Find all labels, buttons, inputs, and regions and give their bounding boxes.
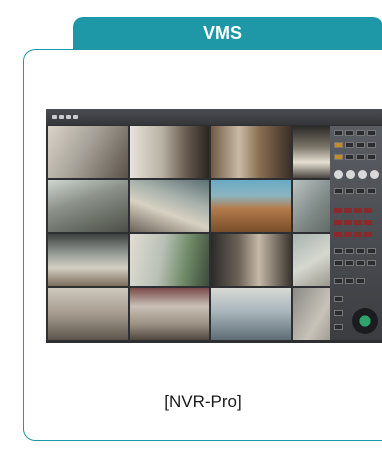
camera-feed (211, 234, 291, 286)
ptz-control-panel (330, 126, 382, 340)
view-mode-icon[interactable] (370, 170, 379, 179)
record-button[interactable] (334, 232, 342, 237)
camera-feed (48, 288, 128, 340)
control-button[interactable] (334, 142, 343, 148)
camera-grid (48, 126, 372, 340)
control-button[interactable] (356, 248, 365, 254)
camera-feed (48, 126, 128, 178)
record-button[interactable] (344, 232, 352, 237)
camera-feed (129, 288, 209, 340)
control-button[interactable] (334, 188, 343, 194)
window-dot-icon (73, 115, 78, 119)
camera-feed (48, 234, 128, 286)
product-caption: [NVR-Pro] (164, 392, 242, 411)
record-button[interactable] (364, 232, 372, 237)
vms-tab[interactable]: VMS (73, 17, 382, 49)
control-button[interactable] (356, 154, 365, 160)
record-button[interactable] (344, 208, 352, 213)
control-button[interactable] (367, 142, 376, 148)
camera-feed (211, 180, 291, 232)
app-title-bar (46, 109, 382, 125)
control-button[interactable] (345, 188, 354, 194)
camera-feed (48, 180, 128, 232)
camera-feed (129, 180, 209, 232)
control-button[interactable] (367, 154, 376, 160)
window-dot-icon (66, 115, 71, 119)
control-button[interactable] (334, 260, 343, 266)
control-button[interactable] (367, 130, 376, 136)
control-button[interactable] (334, 154, 343, 160)
record-button[interactable] (354, 220, 362, 225)
window-dot-icon (59, 115, 64, 119)
view-mode-icon[interactable] (334, 170, 343, 179)
ptz-joystick[interactable] (352, 308, 378, 334)
control-button[interactable] (345, 278, 354, 284)
control-button[interactable] (345, 248, 354, 254)
control-button[interactable] (345, 130, 354, 136)
record-button[interactable] (364, 208, 372, 213)
control-button[interactable] (334, 310, 343, 316)
camera-feed (129, 234, 209, 286)
vms-tab-label: VMS (203, 23, 243, 43)
record-button[interactable] (354, 232, 362, 237)
control-button[interactable] (367, 248, 376, 254)
control-button[interactable] (334, 278, 343, 284)
view-mode-icon[interactable] (346, 170, 355, 179)
control-button[interactable] (334, 248, 343, 254)
window-dot-icon (52, 115, 57, 119)
camera-feed (129, 126, 209, 178)
control-button[interactable] (367, 188, 376, 194)
record-button[interactable] (354, 208, 362, 213)
record-button[interactable] (364, 220, 372, 225)
control-button[interactable] (334, 130, 343, 136)
control-button[interactable] (356, 278, 365, 284)
camera-feed (211, 288, 291, 340)
control-button[interactable] (356, 142, 365, 148)
control-button[interactable] (367, 260, 376, 266)
control-button[interactable] (334, 296, 343, 302)
control-button[interactable] (345, 142, 354, 148)
record-button[interactable] (334, 220, 342, 225)
camera-feed (211, 126, 291, 178)
view-mode-icon[interactable] (358, 170, 367, 179)
control-button[interactable] (345, 260, 354, 266)
control-button[interactable] (334, 324, 343, 330)
control-button[interactable] (356, 130, 365, 136)
record-button[interactable] (344, 220, 352, 225)
nvr-pro-screenshot (46, 109, 382, 343)
record-button[interactable] (334, 208, 342, 213)
control-button[interactable] (345, 154, 354, 160)
control-button[interactable] (356, 260, 365, 266)
control-button[interactable] (356, 188, 365, 194)
